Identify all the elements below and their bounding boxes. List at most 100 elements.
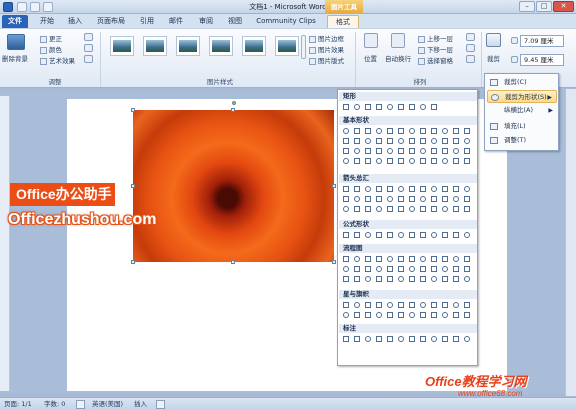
word-count[interactable]: 字数: 0 [44, 399, 65, 410]
shape-option[interactable] [409, 336, 415, 342]
shape-option[interactable] [420, 256, 426, 262]
shape-option[interactable] [420, 128, 426, 134]
minimize-button[interactable]: – [519, 1, 535, 12]
shape-option[interactable] [398, 158, 404, 164]
change-picture-icon[interactable] [84, 44, 93, 52]
tab-home[interactable]: 开始 [36, 15, 58, 28]
shape-option[interactable] [365, 128, 371, 134]
shape-option[interactable] [431, 128, 437, 134]
shape-option[interactable] [354, 256, 360, 262]
tab-file[interactable]: 文件 [2, 15, 28, 28]
shape-option[interactable] [343, 312, 349, 318]
shape-option[interactable] [354, 196, 360, 202]
shape-option[interactable] [354, 104, 360, 110]
shape-option[interactable] [376, 266, 382, 272]
shape-option[interactable] [365, 196, 371, 202]
shape-option[interactable] [420, 276, 426, 282]
tab-format[interactable]: 格式 [327, 15, 359, 28]
resize-handle[interactable] [231, 260, 235, 264]
shape-option[interactable] [431, 158, 437, 164]
shape-option[interactable] [343, 336, 349, 342]
shape-option[interactable] [376, 256, 382, 262]
shape-option[interactable] [387, 256, 393, 262]
shape-option[interactable] [453, 206, 459, 212]
shape-option[interactable] [464, 266, 470, 272]
shape-option[interactable] [431, 266, 437, 272]
shape-option[interactable] [343, 148, 349, 154]
shape-option[interactable] [398, 302, 404, 308]
insert-mode[interactable]: 插入 [134, 399, 147, 410]
resize-handle[interactable] [231, 108, 235, 112]
vertical-scrollbar[interactable] [565, 89, 576, 396]
shape-option[interactable] [409, 232, 415, 238]
shape-option[interactable] [376, 138, 382, 144]
shape-option[interactable] [453, 312, 459, 318]
shape-option[interactable] [387, 138, 393, 144]
shape-option[interactable] [442, 128, 448, 134]
shape-option[interactable] [354, 276, 360, 282]
shape-option[interactable] [431, 104, 437, 110]
shape-option[interactable] [431, 336, 437, 342]
tab-review[interactable]: 审阅 [195, 15, 217, 28]
shape-option[interactable] [354, 138, 360, 144]
shape-option[interactable] [365, 232, 371, 238]
shape-option[interactable] [376, 196, 382, 202]
picture-style-thumb[interactable] [176, 36, 200, 56]
shape-option[interactable] [453, 276, 459, 282]
shape-option[interactable] [365, 104, 371, 110]
shape-option[interactable] [398, 336, 404, 342]
shape-option[interactable] [387, 232, 393, 238]
width-field[interactable]: 9.45 厘米 [520, 54, 564, 66]
shape-option[interactable] [398, 148, 404, 154]
shape-option[interactable] [376, 158, 382, 164]
shape-option[interactable] [387, 128, 393, 134]
shape-option[interactable] [453, 266, 459, 272]
shape-option[interactable] [420, 232, 426, 238]
picture-effects-button[interactable]: 图片效果 [309, 44, 344, 54]
close-button[interactable]: ✕ [553, 1, 574, 12]
shape-option[interactable] [442, 158, 448, 164]
shape-option[interactable] [453, 148, 459, 154]
shape-option[interactable] [464, 302, 470, 308]
tab-community-clips[interactable]: Community Clips [254, 15, 318, 28]
shape-option[interactable] [431, 276, 437, 282]
resize-handle[interactable] [131, 108, 135, 112]
shape-option[interactable] [420, 302, 426, 308]
tab-view[interactable]: 视图 [224, 15, 246, 28]
shape-option[interactable] [464, 128, 470, 134]
shape-option[interactable] [365, 256, 371, 262]
menu-item-aspect-ratio[interactable]: 纵横比(A) ▶ [487, 104, 557, 117]
shape-option[interactable] [409, 186, 415, 192]
menu-item-fill[interactable]: 填充(L) [487, 120, 557, 133]
shape-option[interactable] [387, 302, 393, 308]
shape-option[interactable] [409, 312, 415, 318]
shape-option[interactable] [365, 336, 371, 342]
shape-option[interactable] [453, 232, 459, 238]
shape-option[interactable] [431, 206, 437, 212]
rotate-handle[interactable] [232, 101, 236, 105]
shape-option[interactable] [343, 138, 349, 144]
shape-option[interactable] [354, 158, 360, 164]
shape-option[interactable] [409, 302, 415, 308]
wrap-text-button[interactable]: 自动换行 [385, 53, 411, 63]
shape-option[interactable] [343, 196, 349, 202]
shape-option[interactable] [442, 138, 448, 144]
shape-option[interactable] [464, 196, 470, 202]
shape-option[interactable] [442, 266, 448, 272]
shape-option[interactable] [453, 186, 459, 192]
shape-option[interactable] [420, 186, 426, 192]
gallery-more-icon[interactable] [301, 35, 306, 59]
crop-button[interactable]: 裁剪 [487, 53, 500, 63]
shape-option[interactable] [464, 186, 470, 192]
shape-option[interactable] [409, 266, 415, 272]
shape-option[interactable] [365, 302, 371, 308]
shape-option[interactable] [442, 186, 448, 192]
picture-layout-button[interactable]: 图片版式 [309, 55, 344, 65]
shape-option[interactable] [420, 104, 426, 110]
shape-option[interactable] [398, 138, 404, 144]
crop-icon[interactable] [486, 33, 501, 47]
shape-option[interactable] [409, 158, 415, 164]
shape-option[interactable] [464, 336, 470, 342]
shape-option[interactable] [398, 196, 404, 202]
compress-pictures-icon[interactable] [84, 33, 93, 41]
